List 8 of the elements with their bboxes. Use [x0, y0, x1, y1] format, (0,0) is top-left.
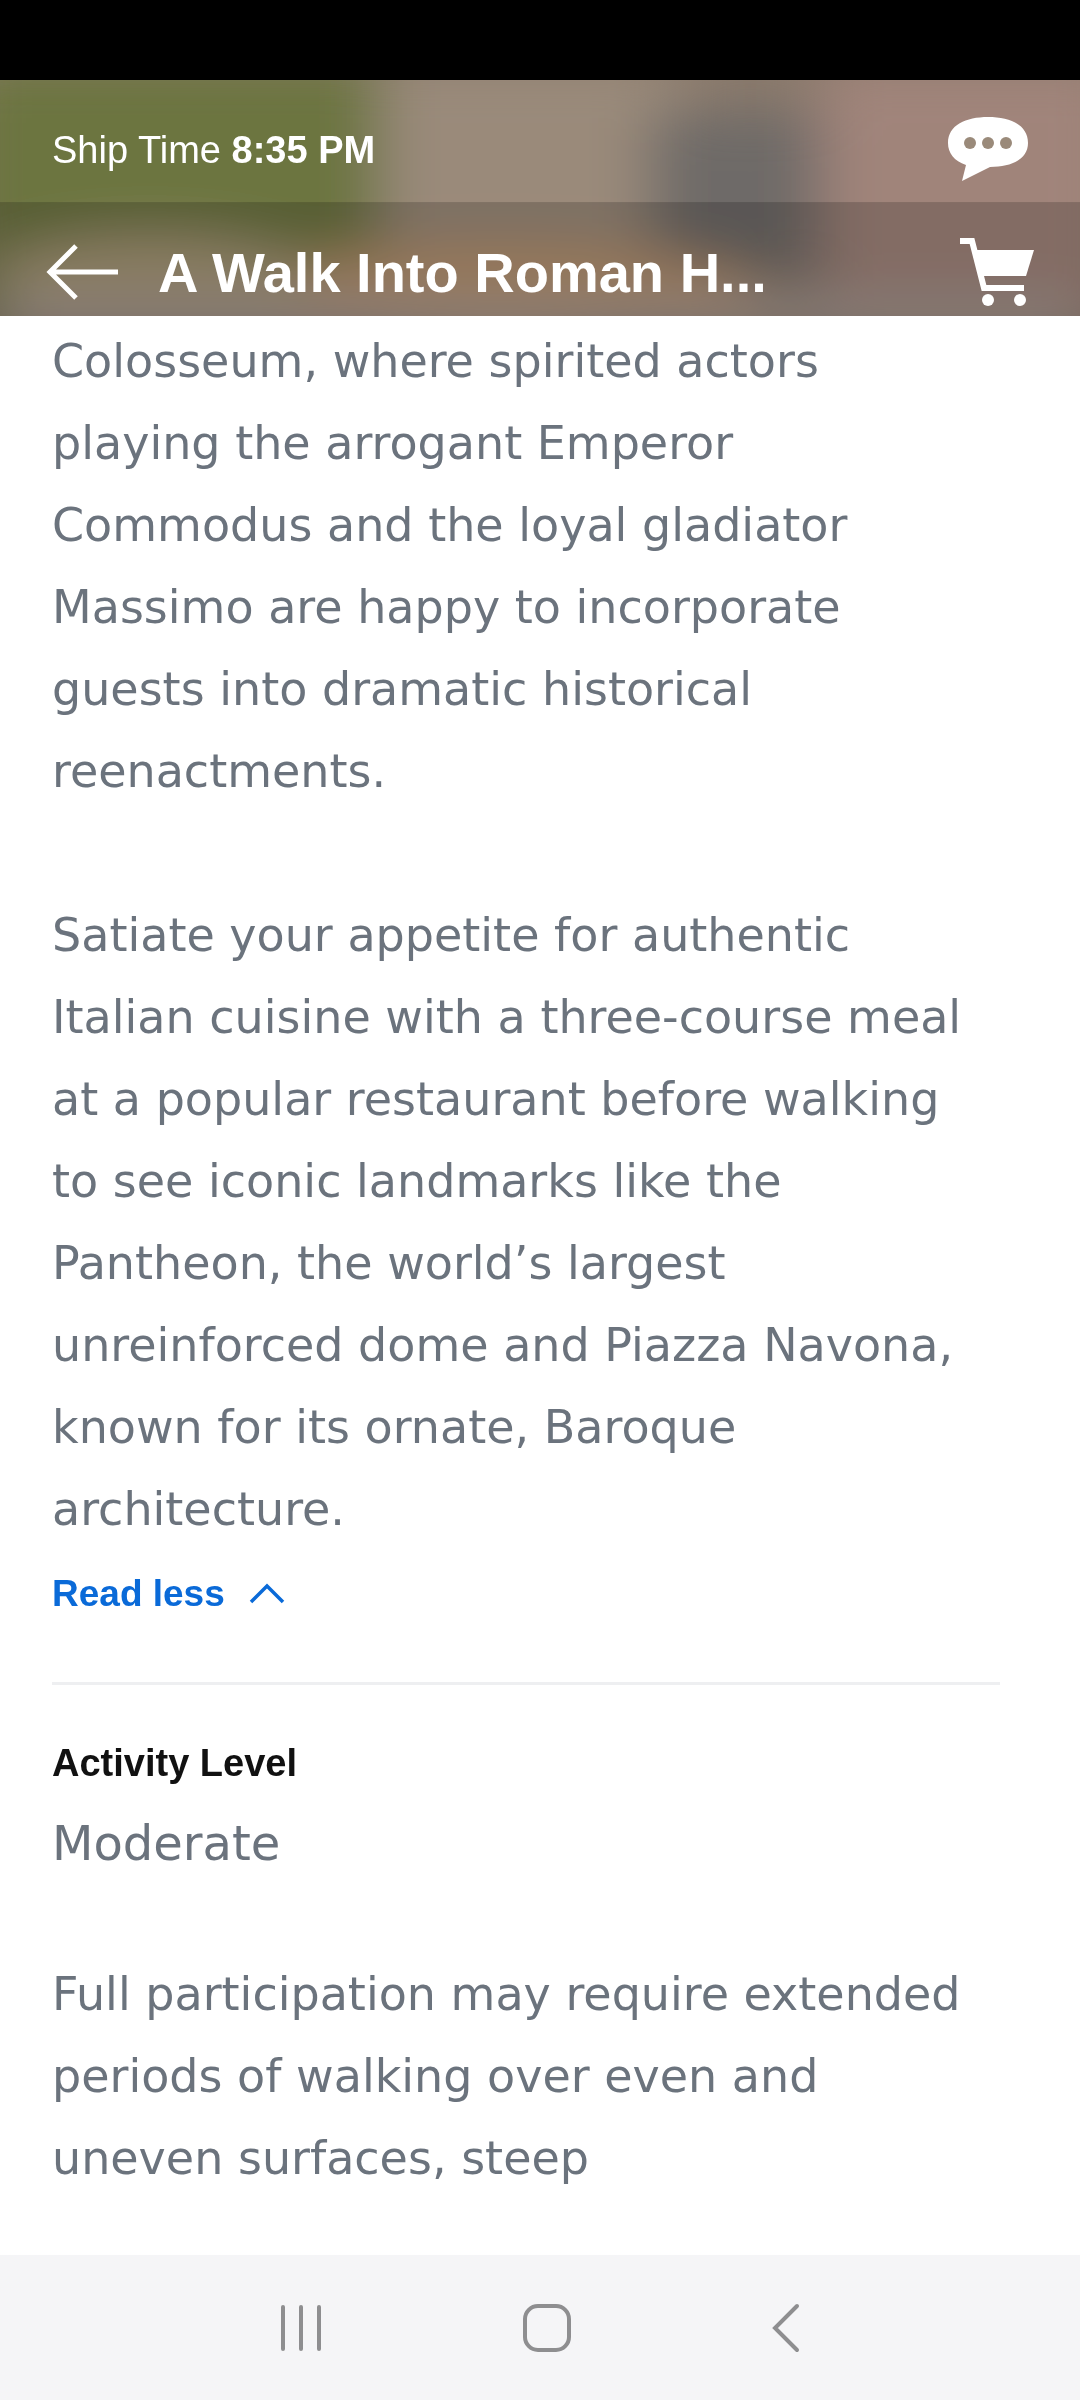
activity-note: Full participation may require extended periods of walking over even and uneven surfaces, steep [52, 1966, 962, 2187]
description-paragraph: Satiate your appetite for authentic Italian cuisine with a three-course meal at a popular restaurant before walking to see iconic landmarks like the Pantheon, the world’s largest unreinforced dome and Piazza Navona, known for its ornate, Baroque architecture. [52, 907, 963, 1538]
activity-level-heading: Activity Level [52, 1741, 298, 1786]
page-title: A Walk Into Roman H... [158, 239, 768, 305]
description-paragraph: Colosseum, where spirited actors playing the arrogant Emperor Commodus and the loyal gladiator Massimo are happy to incorporate guests into dramatic historical reenactments. [52, 333, 849, 800]
read-less-link[interactable]: Read less [52, 1564, 287, 1624]
ship-time: Ship Time 8:35 PM [52, 128, 376, 172]
activity-level-value: Moderate [52, 1814, 282, 1873]
